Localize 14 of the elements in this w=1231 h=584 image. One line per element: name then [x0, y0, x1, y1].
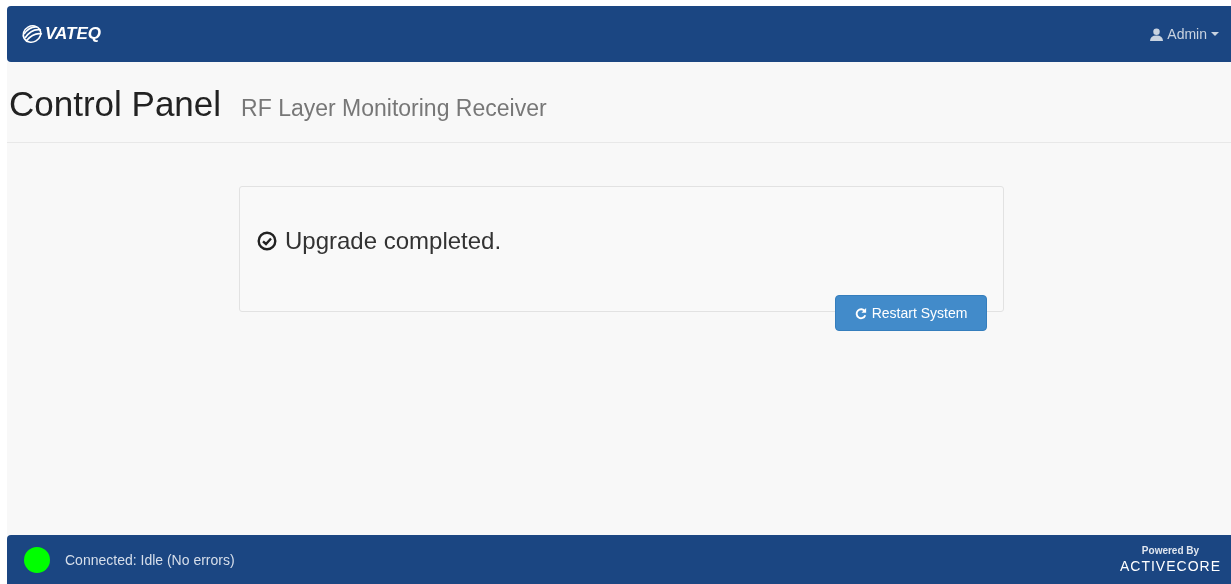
refresh-icon	[854, 306, 867, 320]
vendor-logo: ACTIVECORE	[1120, 558, 1221, 574]
user-menu[interactable]: Admin	[1148, 22, 1221, 46]
status-text: Connected: Idle (No errors)	[65, 551, 235, 568]
page-subtitle: RF Layer Monitoring Receiver	[241, 95, 547, 122]
status-message: Upgrade completed.	[285, 227, 502, 255]
globe-logo-icon	[21, 24, 45, 44]
powered-by-label: Powered By	[1141, 545, 1200, 556]
restart-button[interactable]: Restart System	[835, 295, 987, 331]
caret-icon	[1211, 32, 1219, 36]
brand-logo[interactable]: VATEQ	[45, 24, 102, 44]
page-title: Control Panel	[9, 84, 222, 124]
user-icon	[1150, 27, 1164, 41]
check-circle-icon	[257, 231, 277, 251]
